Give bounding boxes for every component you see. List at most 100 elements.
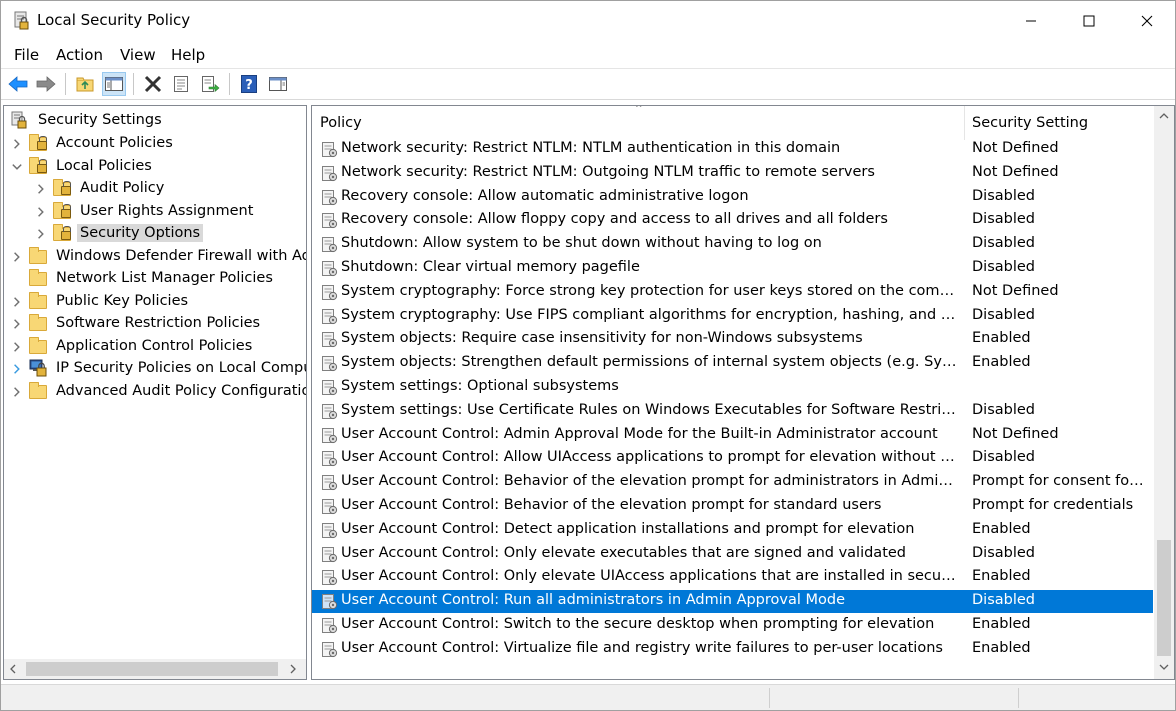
tree-item[interactable]: Software Restriction Policies bbox=[14, 312, 263, 334]
policy-setting-icon bbox=[322, 165, 338, 181]
policy-row[interactable]: User Account Control: Admin Approval Mod… bbox=[312, 424, 1153, 447]
security-setting-value: Disabled bbox=[972, 544, 1035, 561]
column-header-security-setting[interactable]: Security Setting bbox=[964, 106, 1154, 140]
security-setting-value: Enabled bbox=[972, 639, 1031, 656]
scroll-left-icon[interactable] bbox=[9, 664, 17, 674]
policy-setting-icon bbox=[322, 189, 338, 205]
tree-item[interactable]: Public Key Policies bbox=[14, 290, 191, 312]
console-tree[interactable]: Security Settings Account Policies Local … bbox=[3, 105, 307, 680]
export-list-button[interactable] bbox=[198, 72, 222, 96]
policy-row[interactable]: Shutdown: Clear virtual memory pagefile D… bbox=[312, 257, 1153, 280]
tree-root-security-settings[interactable]: Security Settings bbox=[10, 109, 165, 131]
expand-chevron-icon[interactable] bbox=[11, 318, 23, 330]
locked-folder-icon bbox=[52, 201, 72, 220]
tree-item[interactable]: Security Options bbox=[38, 222, 204, 244]
delete-button[interactable] bbox=[141, 72, 165, 96]
expand-chevron-icon[interactable] bbox=[11, 138, 23, 150]
tree-item[interactable]: Network List Manager Policies bbox=[28, 267, 276, 289]
column-header-policy[interactable]: Policy bbox=[312, 106, 964, 140]
policy-row[interactable]: User Account Control: Only elevate execu… bbox=[312, 543, 1153, 566]
properties-icon bbox=[174, 76, 188, 92]
policy-setting-icon bbox=[322, 284, 338, 300]
policy-row[interactable]: Shutdown: Allow system to be shut down w… bbox=[312, 233, 1153, 256]
expand-chevron-icon[interactable] bbox=[35, 228, 47, 240]
collapse-chevron-icon[interactable] bbox=[11, 161, 23, 173]
status-divider bbox=[1018, 688, 1019, 708]
scroll-thumb[interactable] bbox=[1157, 540, 1171, 656]
scroll-up-icon[interactable] bbox=[1159, 112, 1169, 120]
scroll-down-icon[interactable] bbox=[1159, 663, 1169, 671]
tree-item[interactable]: Account Policies bbox=[14, 132, 176, 154]
policy-setting-icon bbox=[322, 570, 338, 586]
policy-row[interactable]: User Account Control: Behavior of the el… bbox=[312, 495, 1153, 518]
back-button[interactable] bbox=[6, 72, 30, 96]
expand-chevron-icon[interactable] bbox=[11, 341, 23, 353]
minimize-button[interactable] bbox=[1001, 1, 1061, 41]
policy-setting-icon bbox=[322, 380, 338, 396]
expand-chevron-icon[interactable] bbox=[11, 251, 23, 263]
policy-name: User Account Control: Only elevate execu… bbox=[341, 544, 907, 561]
policy-name: Network security: Restrict NTLM: Outgoin… bbox=[341, 163, 875, 180]
policy-row[interactable]: Recovery console: Allow automatic admini… bbox=[312, 186, 1153, 209]
security-policy-icon bbox=[14, 11, 29, 30]
scroll-thumb[interactable] bbox=[26, 662, 278, 676]
tree-item[interactable]: Local Policies bbox=[12, 155, 155, 177]
properties-button[interactable] bbox=[169, 72, 193, 96]
up-one-level-button[interactable] bbox=[73, 72, 97, 96]
policy-setting-icon bbox=[322, 546, 338, 562]
menu-file[interactable]: File bbox=[14, 46, 39, 64]
show-hide-console-tree-icon bbox=[105, 77, 123, 91]
menu-view[interactable]: View bbox=[120, 46, 156, 64]
policy-row[interactable]: User Account Control: Allow UIAccess app… bbox=[312, 447, 1153, 470]
policy-row[interactable]: User Account Control: Switch to the secu… bbox=[312, 614, 1153, 637]
expand-chevron-icon[interactable] bbox=[11, 363, 23, 375]
policy-row[interactable]: System objects: Require case insensitivi… bbox=[312, 328, 1153, 351]
policy-row[interactable]: User Account Control: Only elevate UIAcc… bbox=[312, 566, 1153, 589]
folder-icon bbox=[28, 381, 48, 400]
policy-row[interactable]: System settings: Optional subsystems bbox=[312, 376, 1153, 399]
security-setting-value: Enabled bbox=[972, 616, 1031, 632]
policy-setting-icon bbox=[322, 213, 338, 229]
tree-item[interactable]: Windows Defender Firewall with Advan bbox=[14, 245, 306, 267]
policy-row[interactable]: System objects: Strengthen default permi… bbox=[312, 352, 1153, 375]
policy-row[interactable]: User Account Control: Detect application… bbox=[312, 519, 1153, 542]
security-setting-value: Disabled bbox=[972, 449, 1035, 466]
policy-row[interactable]: Recovery console: Allow floppy copy and … bbox=[312, 209, 1153, 232]
show-action-pane-button[interactable] bbox=[266, 72, 290, 96]
policy-list[interactable]: ^ Policy Security Setting Network securi… bbox=[311, 105, 1175, 680]
list-vertical-scrollbar[interactable] bbox=[1154, 106, 1174, 679]
tree-item[interactable]: Audit Policy bbox=[38, 177, 167, 199]
policy-row[interactable]: User Account Control: Virtualize file an… bbox=[312, 638, 1153, 661]
policy-row[interactable]: Network security: Restrict NTLM: NTLM au… bbox=[312, 138, 1153, 161]
expand-chevron-icon[interactable] bbox=[11, 386, 23, 398]
menu-action[interactable]: Action bbox=[56, 46, 103, 64]
expand-chevron-icon[interactable] bbox=[35, 206, 47, 218]
scroll-right-icon[interactable] bbox=[289, 664, 297, 674]
tree-item[interactable]: Advanced Audit Policy Configuration bbox=[14, 380, 306, 402]
status-divider bbox=[769, 688, 770, 708]
policy-row[interactable]: System cryptography: Force strong key pr… bbox=[312, 281, 1153, 304]
tree-horizontal-scrollbar[interactable] bbox=[4, 659, 306, 679]
expand-chevron-icon[interactable] bbox=[11, 296, 23, 308]
policy-name: User Account Control: Admin Approval Mod… bbox=[341, 425, 938, 442]
policy-row[interactable]: System settings: Use Certificate Rules o… bbox=[312, 400, 1153, 423]
close-button[interactable] bbox=[1117, 1, 1176, 41]
security-setting-value: Disabled bbox=[972, 235, 1035, 252]
tree-item[interactable]: User Rights Assignment bbox=[38, 200, 256, 222]
show-hide-console-tree-button[interactable] bbox=[102, 72, 126, 96]
menu-help[interactable]: Help bbox=[171, 46, 205, 64]
policy-row[interactable]: User Account Control: Behavior of the el… bbox=[312, 471, 1153, 494]
policy-row[interactable]: User Account Control: Run all administra… bbox=[312, 590, 1153, 614]
help-button[interactable]: ? bbox=[237, 72, 261, 96]
policy-row[interactable]: System cryptography: Use FIPS compliant … bbox=[312, 305, 1153, 328]
tree-item[interactable]: IP Security Policies on Local Computer bbox=[14, 357, 306, 379]
forward-button[interactable] bbox=[34, 72, 58, 96]
tree-item[interactable]: Application Control Policies bbox=[14, 335, 255, 357]
ip-security-icon bbox=[28, 359, 48, 377]
tree-item-label: Network List Manager Policies bbox=[56, 270, 273, 286]
maximize-button[interactable] bbox=[1059, 1, 1119, 41]
policy-row[interactable]: Network security: Restrict NTLM: Outgoin… bbox=[312, 162, 1153, 185]
policy-setting-icon bbox=[322, 356, 338, 372]
expand-chevron-icon[interactable] bbox=[35, 183, 47, 195]
tree-item-label: Local Policies bbox=[56, 157, 152, 174]
